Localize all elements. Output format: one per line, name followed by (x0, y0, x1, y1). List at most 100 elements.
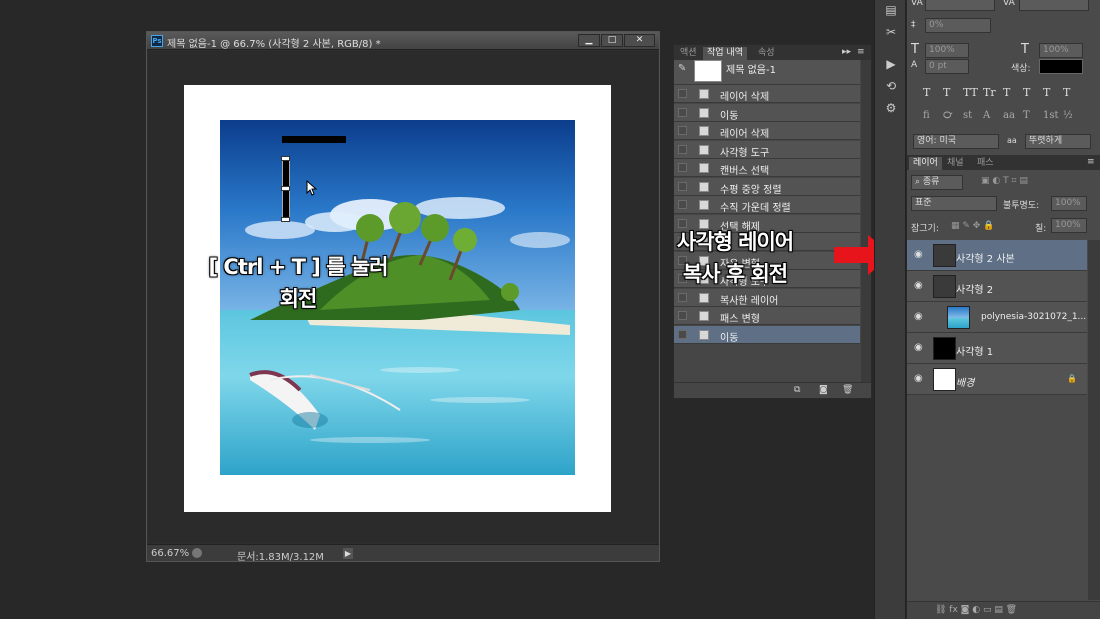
status-arrow-icon[interactable]: ▶ (343, 548, 353, 559)
eye-icon[interactable]: ◉ (914, 249, 923, 260)
history-scrollbar[interactable] (861, 60, 871, 384)
type-style-button[interactable]: T (1023, 86, 1030, 99)
history-item[interactable]: 이동 (674, 325, 860, 344)
trash-icon[interactable]: 🗑 (842, 385, 853, 395)
opentype-button[interactable]: aa (1003, 110, 1015, 121)
layer-row[interactable]: ◉ 사각형 1 (907, 333, 1087, 364)
transform-handle[interactable] (281, 186, 290, 191)
camera-icon[interactable]: ◙ (819, 385, 828, 395)
minimize-button[interactable]: ▁ (578, 34, 600, 47)
leading-field[interactable]: 0% (925, 18, 991, 33)
layers-menu-icon[interactable]: ≡ (1087, 157, 1095, 167)
tool-presets-icon[interactable]: ✂ (882, 24, 900, 40)
opentype-button[interactable]: T (1023, 110, 1030, 121)
history-item-label: 사각형 도구 (720, 147, 770, 159)
play-action-icon[interactable]: ▶ (882, 56, 900, 72)
history-checkbox[interactable] (678, 89, 687, 98)
history-checkbox[interactable] (678, 144, 687, 154)
properties-icon[interactable]: ⚙ (882, 100, 900, 116)
history-checkbox[interactable] (678, 200, 687, 209)
kerning-field[interactable] (925, 0, 995, 11)
vertical-scale-field[interactable]: 100% (925, 43, 969, 58)
eye-icon[interactable]: ◉ (914, 373, 923, 384)
opentype-button[interactable]: st (963, 110, 972, 121)
panel-menu-icon[interactable]: ≡ (857, 47, 865, 57)
type-style-button[interactable]: T (1063, 86, 1070, 99)
vertical-scale-icon: ‡ (911, 20, 916, 30)
history-icon[interactable]: ⟲ (882, 78, 900, 94)
history-item[interactable]: 이동 (674, 103, 860, 122)
history-step-icon (699, 311, 709, 321)
opentype-button[interactable]: ½ (1063, 110, 1073, 121)
history-checkbox[interactable] (678, 163, 687, 172)
tab-paths[interactable]: 패스 (973, 157, 998, 170)
type-style-button[interactable]: Tr (983, 86, 996, 99)
transform-handle[interactable] (281, 156, 290, 161)
opacity-field[interactable]: 100% (1051, 196, 1087, 211)
history-item[interactable]: 레이어 삭제 (674, 85, 860, 103)
horizontal-scale-field[interactable]: 100% (1039, 43, 1083, 58)
layer-row[interactable]: ◉ 사각형 2 (907, 271, 1087, 302)
history-item[interactable]: 사각형 도구 (674, 140, 860, 159)
eye-icon[interactable]: ◉ (914, 311, 923, 322)
document-title-bar[interactable]: Ps 제목 없음-1 @ 66.7% (사각형 2 사본, RGB/8) * ▁… (147, 32, 659, 50)
opentype-button[interactable]: ℺ (943, 110, 952, 121)
tab-channels[interactable]: 채널 (943, 157, 968, 170)
antialias-select[interactable]: 뚜렷하게 (1025, 134, 1091, 149)
panel-collapse-icon[interactable]: ▸▸ (842, 47, 851, 57)
canvas-area[interactable]: [ Ctrl + T ] 를 눌러 회전 (148, 51, 658, 543)
tab-layers[interactable]: 레이어 (909, 157, 942, 170)
layers-scrollbar[interactable] (1088, 240, 1100, 600)
eye-icon[interactable]: ◉ (914, 342, 923, 353)
layer-filter-select[interactable]: ⌕ 종류 (911, 175, 963, 190)
history-checkbox[interactable] (678, 181, 687, 191)
lock-icons[interactable]: ▦ ✎ ✥ 🔒 (951, 221, 994, 231)
opentype-button[interactable]: fi (923, 110, 930, 121)
opentype-button[interactable]: A (983, 110, 990, 121)
fill-field[interactable]: 100% (1051, 218, 1087, 233)
history-item[interactable]: 복사한 레이어 (674, 288, 860, 307)
close-button[interactable]: ✕ (624, 34, 655, 47)
baseline-field[interactable]: 0 pt (925, 59, 969, 74)
type-style-button[interactable]: T (1003, 86, 1010, 99)
layer-row[interactable]: ◉ 배경 🔒 (907, 364, 1087, 395)
layer-row[interactable]: ◉ polynesia-3021072_1... (907, 302, 1087, 333)
type-style-button[interactable]: T (923, 86, 930, 99)
layer-row[interactable]: ◉ 사각형 2 사본 (907, 240, 1087, 271)
history-snapshot[interactable]: ✎ 제목 없음-1 (674, 60, 860, 85)
tab-actions[interactable]: 액션 (676, 47, 701, 60)
transform-handle[interactable] (281, 217, 290, 222)
history-checkbox[interactable] (678, 329, 687, 339)
dock-icon-top[interactable]: ▤ (882, 2, 900, 18)
history-item[interactable]: 수평 중앙 정렬 (674, 177, 860, 196)
maximize-button[interactable]: □ (601, 34, 623, 47)
history-panel-tabs: 액션 작업 내역 속성 ▸▸ ≡ (674, 45, 871, 60)
history-checkbox[interactable] (678, 311, 687, 320)
new-document-from-state-icon[interactable]: ⧉ (794, 385, 800, 395)
history-item[interactable]: 패스 변형 (674, 307, 860, 325)
history-item[interactable]: 레이어 삭제 (674, 122, 860, 140)
type-style-button[interactable]: T (1043, 86, 1050, 99)
history-checkbox[interactable] (678, 107, 687, 117)
zoom-level[interactable]: 66.67% (151, 548, 189, 559)
status-menu-icon[interactable] (192, 548, 202, 558)
tracking-field[interactable] (1019, 0, 1089, 11)
rectangle-shape-original[interactable] (282, 136, 346, 143)
type-style-button[interactable]: T (943, 86, 950, 99)
history-checkbox[interactable] (678, 126, 687, 135)
history-checkbox[interactable] (678, 292, 687, 302)
color-swatch[interactable] (1039, 59, 1083, 74)
blend-mode-select[interactable]: 표준 (911, 196, 997, 211)
tab-properties[interactable]: 속성 (754, 47, 779, 60)
language-select[interactable]: 영어: 미국 (913, 134, 999, 149)
opentype-button[interactable]: 1st (1043, 110, 1059, 121)
history-item[interactable]: 수직 가운데 정렬 (674, 196, 860, 214)
filter-type-icons[interactable]: ▣ ◐ T ⌗ ▤ (981, 176, 1028, 186)
photoshop-icon: Ps (151, 35, 163, 47)
type-style-button[interactable]: TT (963, 86, 978, 99)
layer-name: 사각형 2 사본 (956, 254, 1015, 265)
layers-footer-icons[interactable]: ⛓ fx ◙ ◐ ▭ ▤ 🗑 (935, 605, 1017, 615)
eye-icon[interactable]: ◉ (914, 280, 923, 291)
tab-history[interactable]: 작업 내역 (703, 47, 747, 60)
history-item[interactable]: 캔버스 선택 (674, 159, 860, 177)
